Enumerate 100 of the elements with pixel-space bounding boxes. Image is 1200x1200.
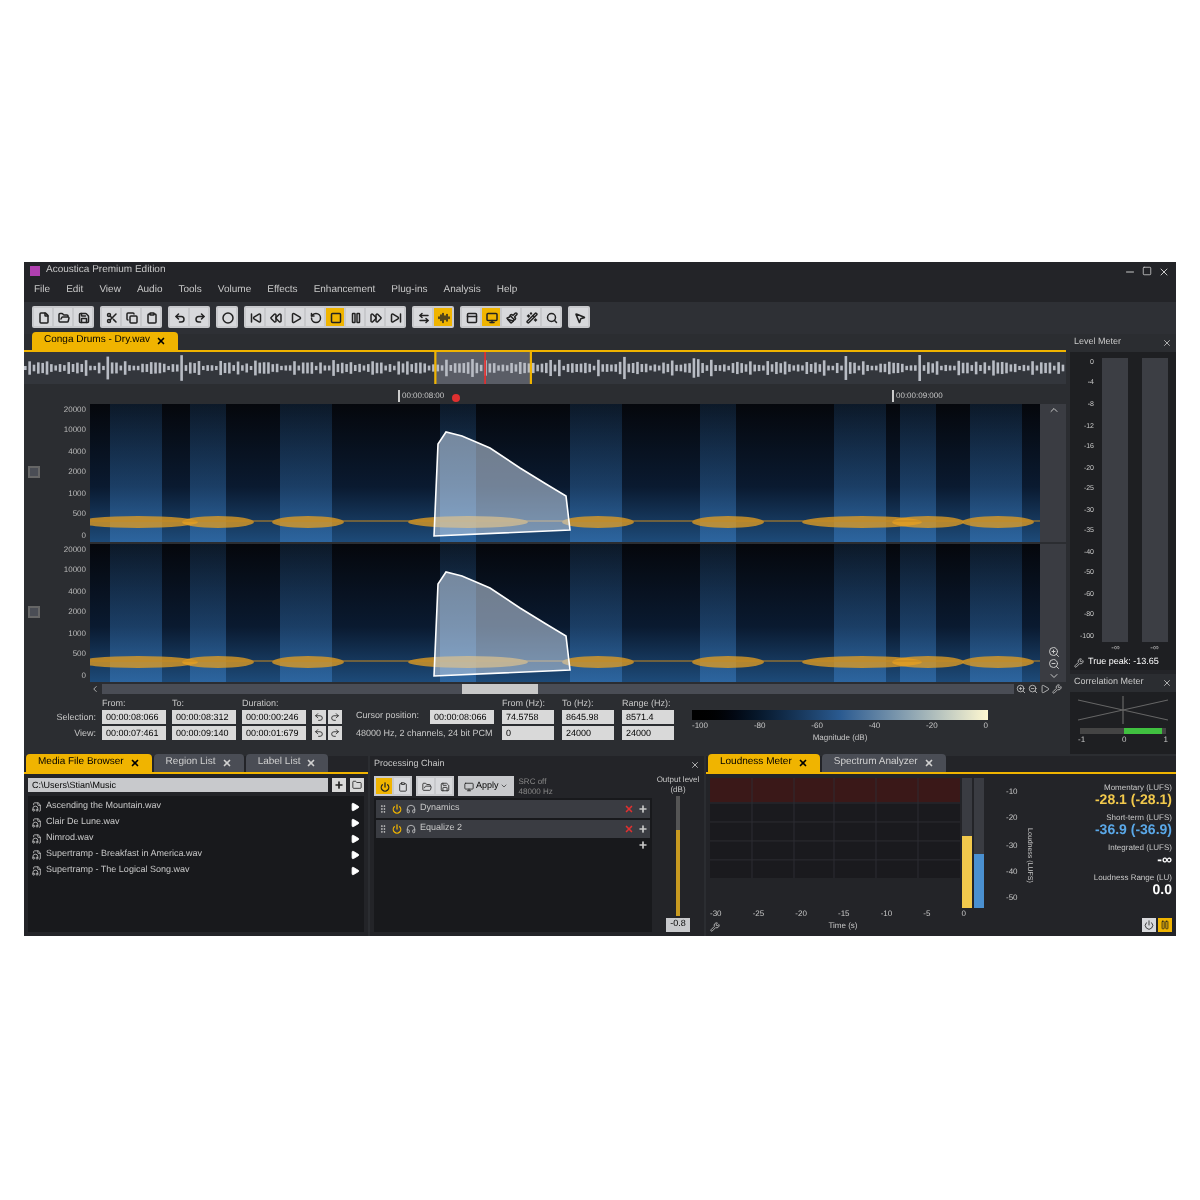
save-button[interactable] <box>74 308 92 327</box>
play-icon <box>289 311 301 324</box>
arrows-button[interactable] <box>414 308 432 327</box>
zoom-out-icon[interactable] <box>1047 657 1059 670</box>
zoom-out-icon[interactable] <box>1028 684 1038 695</box>
pointer-button[interactable] <box>570 308 588 327</box>
audio-file-icon <box>32 802 42 813</box>
scissors-icon <box>105 311 117 324</box>
audio-file-icon <box>32 850 42 861</box>
monitor-icon <box>485 311 497 324</box>
channel-toggle[interactable] <box>28 466 40 479</box>
redo-icon <box>193 311 205 324</box>
loop-icon <box>309 311 321 324</box>
clipboard-button[interactable] <box>394 778 410 795</box>
folder-icon <box>421 781 431 792</box>
undo-icon <box>173 311 185 324</box>
reset-button[interactable] <box>1142 918 1156 932</box>
add-icon[interactable] <box>638 840 648 851</box>
zoom-in-icon[interactable] <box>1016 684 1026 695</box>
minimize-icon[interactable] <box>1124 265 1136 278</box>
wand-button[interactable] <box>522 308 540 327</box>
brush-icon <box>505 311 517 324</box>
new-file-button[interactable] <box>34 308 52 327</box>
add-icon[interactable] <box>638 804 648 815</box>
app-logo-icon <box>30 266 40 277</box>
panel-button[interactable] <box>462 308 480 327</box>
audio-file-icon <box>32 818 42 829</box>
channel-toggle[interactable] <box>28 606 40 619</box>
undo-button[interactable] <box>312 709 326 724</box>
monitor-icon <box>464 781 474 792</box>
zoom-in-icon[interactable] <box>1047 645 1059 658</box>
wrench-icon[interactable] <box>1052 684 1062 695</box>
redo-button[interactable] <box>328 709 342 724</box>
record-icon <box>221 311 233 324</box>
arrows-icon <box>417 311 429 324</box>
redo-icon <box>330 711 340 722</box>
undo-icon <box>314 711 324 722</box>
clipboard-icon <box>397 781 407 792</box>
stop-button[interactable] <box>326 308 344 327</box>
add-button[interactable] <box>332 778 346 793</box>
copy-button[interactable] <box>122 308 140 327</box>
folder-button[interactable] <box>54 308 72 327</box>
brush-button[interactable] <box>502 308 520 327</box>
redo-button[interactable] <box>190 308 208 327</box>
scroll-up-icon[interactable] <box>1047 403 1059 416</box>
power-icon <box>1144 920 1154 930</box>
audio-file-icon <box>32 834 42 845</box>
wrench-icon[interactable] <box>1074 657 1084 668</box>
correlation-cross-drawing <box>1078 696 1168 725</box>
panel-icon <box>465 311 477 324</box>
clipboard-icon <box>145 311 157 324</box>
spectrogram-button[interactable] <box>434 308 452 327</box>
save-button[interactable] <box>436 778 452 795</box>
play-button[interactable] <box>286 308 304 327</box>
playhead-marker <box>452 393 460 402</box>
add-icon[interactable] <box>638 824 648 835</box>
fast-forward-button[interactable] <box>366 308 384 327</box>
correlation-bar <box>1080 728 1166 735</box>
redo-icon <box>330 727 340 738</box>
power-button[interactable] <box>376 778 392 795</box>
pause-icon <box>1160 920 1170 930</box>
skip-forward-icon <box>389 311 401 324</box>
redo-button[interactable] <box>328 725 342 740</box>
new-file-icon <box>37 311 49 324</box>
undo-button[interactable] <box>312 725 326 740</box>
copy-icon <box>125 311 137 324</box>
scroll-left-icon[interactable] <box>90 684 100 695</box>
close-icon[interactable] <box>155 335 166 346</box>
audio-file-icon <box>32 866 42 877</box>
loop-button[interactable] <box>306 308 324 327</box>
wrench-icon[interactable] <box>710 921 720 931</box>
pause-icon <box>349 311 361 324</box>
fast-forward-icon <box>369 311 381 324</box>
rewind-icon <box>269 311 281 324</box>
pause-button[interactable] <box>346 308 364 327</box>
monitor-button[interactable] <box>482 308 500 327</box>
close-icon[interactable] <box>797 758 808 769</box>
clipboard-button[interactable] <box>142 308 160 327</box>
plus-icon <box>334 780 344 791</box>
scissors-button[interactable] <box>102 308 120 327</box>
spectrogram-icon <box>437 311 449 324</box>
rewind-button[interactable] <box>266 308 284 327</box>
skip-back-button[interactable] <box>246 308 264 327</box>
power-icon[interactable] <box>392 824 402 835</box>
pointer-icon <box>573 311 585 324</box>
close-icon[interactable] <box>129 758 140 769</box>
skip-forward-button[interactable] <box>386 308 404 327</box>
stop-icon <box>329 311 341 324</box>
open-button[interactable] <box>418 778 434 795</box>
folder-button[interactable] <box>350 778 364 793</box>
search-button[interactable] <box>542 308 560 327</box>
undo-button[interactable] <box>170 308 188 327</box>
wand-icon <box>525 311 537 324</box>
skip-back-icon <box>249 311 261 324</box>
record-button[interactable] <box>218 308 236 327</box>
power-icon <box>379 781 389 792</box>
scroll-down-icon[interactable] <box>1047 669 1059 682</box>
maximize-icon[interactable] <box>1142 266 1152 277</box>
power-icon[interactable] <box>392 804 402 815</box>
scroll-thumb[interactable] <box>462 684 538 695</box>
